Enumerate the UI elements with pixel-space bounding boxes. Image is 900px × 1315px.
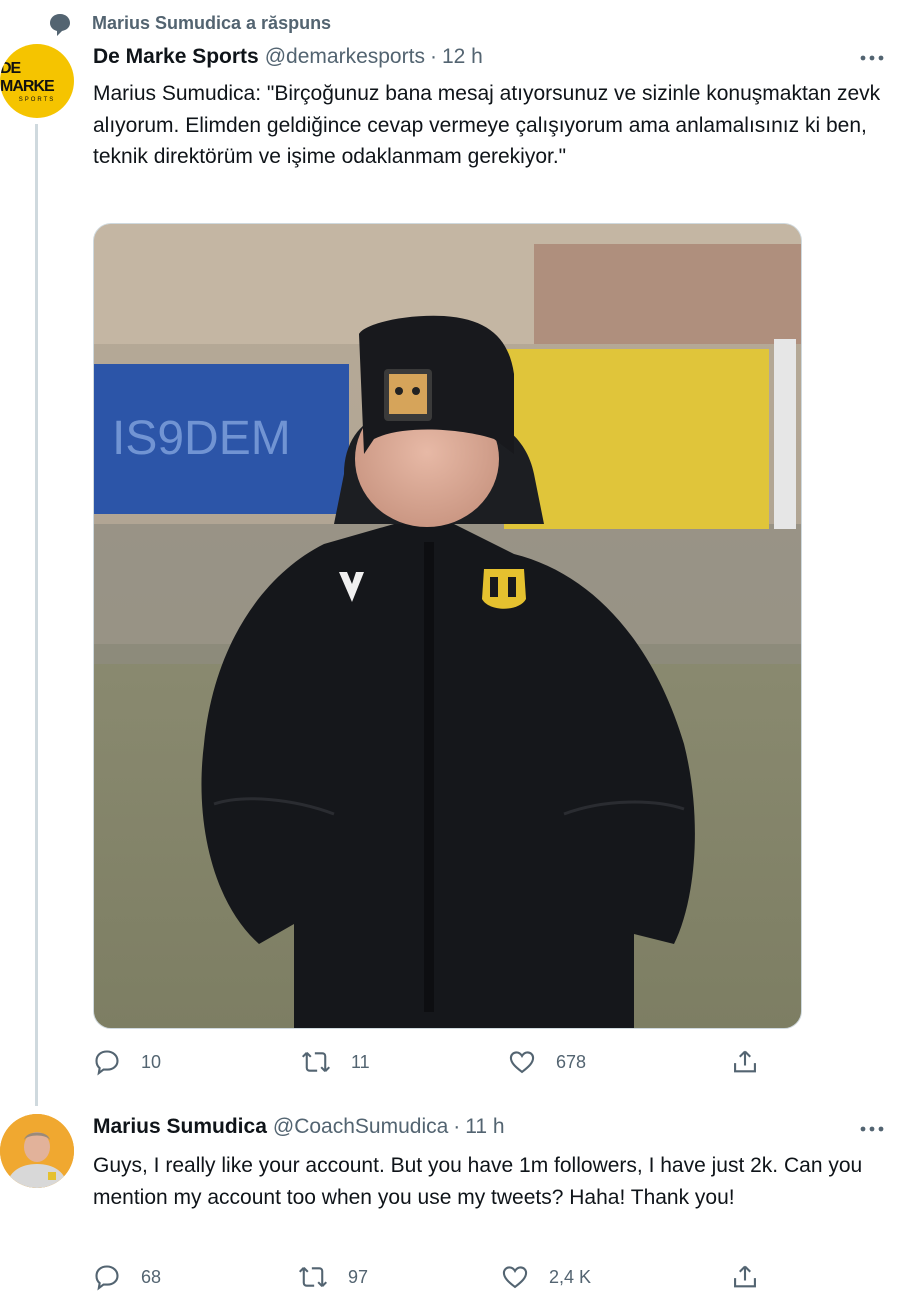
heart-icon [502,1266,528,1289]
heart-icon [509,1051,535,1074]
author-name[interactable]: Marius Sumudica [93,1115,267,1139]
share-icon [734,1050,756,1073]
tweet-time[interactable]: 11 h [465,1115,504,1139]
more-icon [860,55,884,61]
reply-button[interactable]: 10 [93,1048,161,1076]
reply-count: 68 [141,1266,162,1287]
reply-icon [95,1265,119,1291]
reply-button[interactable]: 68 [93,1263,161,1291]
like-count: 2,4 K [549,1266,592,1287]
author-name[interactable]: De Marke Sports [93,45,259,69]
tweet-actions: 10 11 678 [93,1048,793,1078]
thread-line [35,124,38,1106]
tweet-actions: 68 97 2,4 K [93,1263,793,1293]
coach-avatar-photo [0,1114,74,1188]
retweet-icon [301,1052,331,1072]
like-button[interactable]: 678 [508,1048,586,1076]
separator: · [429,45,437,68]
speech-bubble-icon [50,14,70,36]
retweet-count: 97 [348,1266,369,1287]
tweet-header: De Marke Sports @demarkesports · 12 h [93,45,483,73]
reply-count: 10 [141,1051,162,1072]
separator: · [453,1115,461,1138]
tweet-photo[interactable]: IS9DEM [93,223,802,1029]
retweet-icon [298,1267,328,1287]
retweet-button[interactable]: 11 [301,1048,370,1076]
share-button[interactable] [731,1263,759,1291]
more-button[interactable] [858,1115,886,1149]
share-button[interactable] [731,1048,759,1076]
tweet-time[interactable]: 12 h [442,45,483,69]
retweet-button[interactable]: 97 [298,1263,368,1291]
author-handle[interactable]: @demarkesports [265,45,425,69]
more-button[interactable] [858,44,886,78]
demarke-logo-text: DE MARKE [0,59,55,95]
social-context-text: Marius Sumudica a răspuns [92,12,332,33]
svg-text:IS9DEM: IS9DEM [112,412,291,465]
avatar[interactable] [0,1114,74,1188]
share-icon [734,1265,756,1288]
like-button[interactable]: 2,4 K [501,1263,591,1291]
retweet-count: 11 [351,1051,370,1072]
social-context[interactable]: Marius Sumudica a răspuns [50,10,331,36]
tweet-header: Marius Sumudica @CoachSumudica · 11 h [93,1115,505,1143]
avatar[interactable]: DE MARKE SPORTS [0,44,74,118]
tweet-text: Marius Sumudica: "Birçoğunuz bana mesaj … [93,82,881,168]
more-icon [860,1126,884,1132]
demarke-logo-subtext: SPORTS [18,96,56,103]
tweet-text: Guys, I really like your account. But yo… [93,1154,863,1209]
coach-photo: IS9DEM [94,224,801,1028]
reply-icon [95,1050,119,1076]
author-handle[interactable]: @CoachSumudica [273,1115,448,1139]
like-count: 678 [556,1051,587,1072]
